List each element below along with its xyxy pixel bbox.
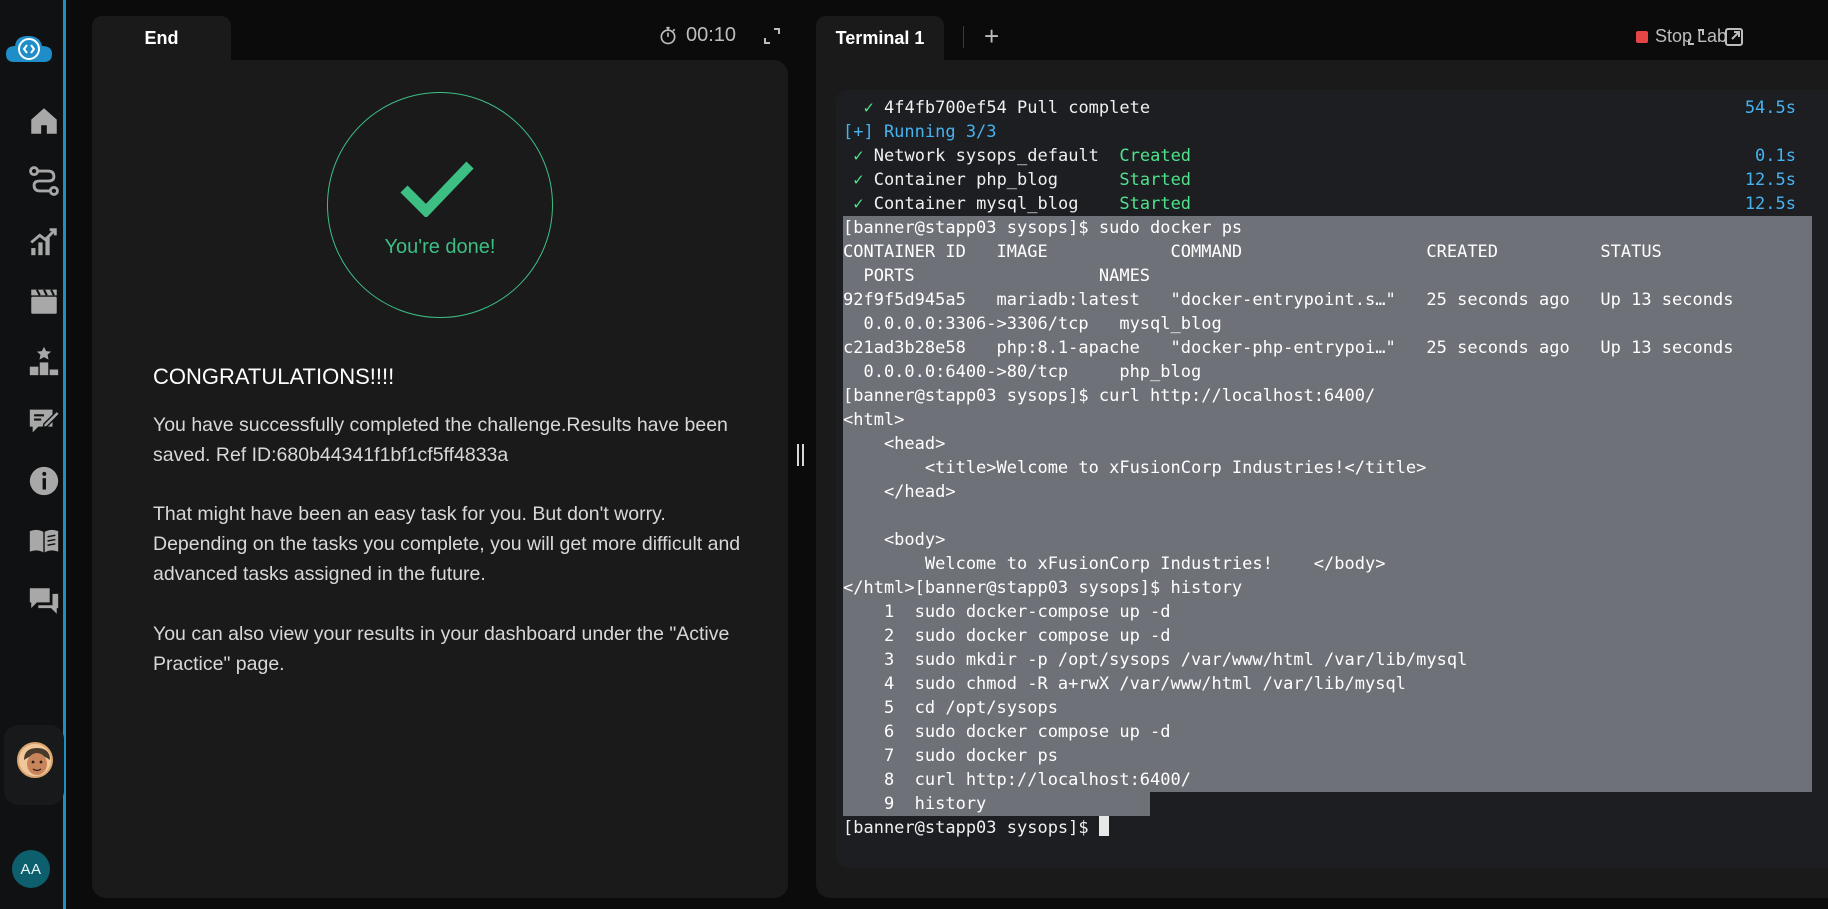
selected-terminal-line: [banner@stapp03 sysops]$ sudo docker ps [843, 216, 1812, 240]
selected-terminal-line: PORTS NAMES [843, 264, 1812, 288]
book-icon[interactable] [24, 521, 64, 561]
selected-terminal-line: <title>Welcome to xFusionCorp Industries… [843, 456, 1812, 480]
selected-terminal-line: c21ad3b28e58 php:8.1-apache "docker-php-… [843, 336, 1812, 360]
terminal-prompt-line[interactable]: [banner@stapp03 sysops]$ [843, 816, 1828, 840]
right-tab-bar: Terminal 1 + Stop Lab [816, 0, 1828, 60]
terminal-line: ✓ 4f4fb700ef54 Pull complete 54.5s [863, 98, 1796, 118]
selected-terminal-line: 7 sudo docker ps [843, 744, 1812, 768]
selected-terminal-line: </head> [843, 480, 1812, 504]
selected-terminal-line [843, 504, 1812, 528]
clapperboard-icon[interactable] [24, 281, 64, 321]
edit-note-icon[interactable] [24, 401, 64, 441]
selected-terminal-line: 0.0.0.0:6400->80/tcp php_blog [843, 360, 1812, 384]
selected-terminal-line: <body> [843, 528, 1812, 552]
panel-resize-handle[interactable] [797, 444, 807, 466]
selected-terminal-line: 0.0.0.0:3306->3306/tcp mysql_blog [843, 312, 1812, 336]
kodekloud-logo-icon[interactable] [4, 30, 54, 66]
stop-icon [1636, 30, 1648, 43]
selected-terminal-line: <html> [843, 408, 1812, 432]
terminal-line: [+] Running 3/3 [843, 122, 997, 142]
terminal-output[interactable]: ✓ 4f4fb700ef54 Pull complete 54.5s [+] Ru… [836, 90, 1828, 868]
terminal-line: ✓ Network sysops_default Created 0.1s [853, 146, 1796, 166]
stopwatch-icon [660, 26, 676, 44]
selected-terminal-line: 92f9f5d945a5 mariadb:latest "docker-entr… [843, 288, 1812, 312]
route-icon[interactable] [24, 161, 64, 201]
congratulations-heading: CONGRATULATIONS!!!! [153, 364, 395, 389]
avatar[interactable] [17, 742, 53, 778]
done-label: You're done! [384, 236, 496, 258]
selected-terminal-line: CONTAINER ID IMAGE COMMAND CREATED STATU… [843, 240, 1812, 264]
open-new-window-icon[interactable] [1724, 27, 1744, 47]
completion-circle: You're done! [327, 92, 553, 318]
leaderboard-icon[interactable] [24, 341, 64, 381]
selected-terminal-line: 9 history [843, 792, 1150, 816]
selected-terminal-line: [banner@stapp03 sysops]$ curl http://loc… [843, 384, 1812, 408]
left-tab-bar: End 00:10 [66, 0, 796, 60]
timer: 00:10 [658, 24, 736, 47]
expand-terminal-icon[interactable] [1686, 27, 1706, 47]
tab-divider [963, 26, 964, 48]
terminal-line: ✓ Container mysql_blog Started 12.5s [853, 194, 1796, 214]
user-avatar-card[interactable] [4, 725, 64, 805]
growth-chart-icon[interactable] [24, 221, 64, 261]
selected-terminal-line: <head> [843, 432, 1812, 456]
user-initials-badge[interactable]: AA [12, 850, 50, 888]
stop-lab-button[interactable]: Stop Lab [1636, 26, 1727, 47]
selected-terminal-line: Welcome to xFusionCorp Industries! </bod… [843, 552, 1812, 576]
tab-terminal-1[interactable]: Terminal 1 [816, 16, 944, 60]
dashboard-paragraph: You can also view your results in your d… [153, 623, 730, 675]
timer-value: 00:10 [686, 24, 737, 46]
selected-terminal-line: 5 cd /opt/sysops [843, 696, 1812, 720]
selected-terminal-line: </html>[banner@stapp03 sysops]$ history [843, 576, 1812, 600]
add-terminal-button[interactable]: + [984, 23, 999, 49]
home-icon[interactable] [24, 101, 64, 141]
expand-icon[interactable] [762, 26, 782, 46]
selected-terminal-line: 8 curl http://localhost:6400/ [843, 768, 1812, 792]
checkmark-icon [400, 161, 474, 217]
selected-terminal-line: 2 sudo docker compose up -d [843, 624, 1812, 648]
chat-icon[interactable] [24, 581, 64, 621]
selected-terminal-line: 1 sudo docker-compose up -d [843, 600, 1812, 624]
info-paragraph: That might have been an easy task for yo… [153, 503, 741, 585]
info-icon[interactable] [24, 461, 64, 501]
terminal-line: ✓ Container php_blog Started 12.5s [853, 170, 1796, 190]
tab-end[interactable]: End [92, 16, 231, 60]
selected-terminal-line: 6 sudo docker compose up -d [843, 720, 1812, 744]
terminal-cursor [1098, 816, 1109, 836]
selected-terminal-line: 4 sudo chmod -R a+rwX /var/www/html /var… [843, 672, 1812, 696]
selected-terminal-line: 3 sudo mkdir -p /opt/sysops /var/www/htm… [843, 648, 1812, 672]
result-paragraph: You have successfully completed the chal… [153, 414, 728, 466]
terminal-prompt: [banner@stapp03 sysops]$ [843, 818, 1099, 838]
